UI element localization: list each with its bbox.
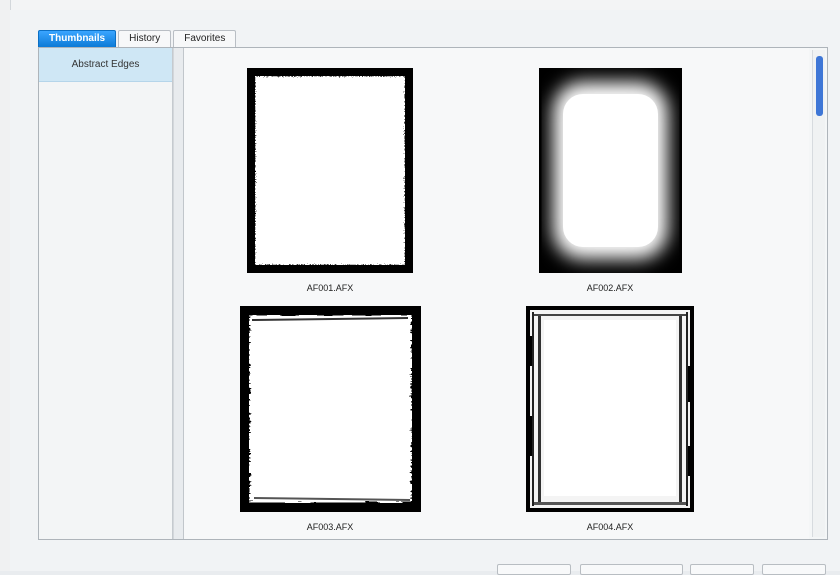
tab-favorites[interactable]: Favorites (173, 30, 237, 47)
tab-panel: Abstract Edges AF001.AFX AF002.AFX AF003… (38, 47, 828, 540)
frame-preview-af002 (539, 68, 682, 273)
thumbnail-item[interactable]: AF004.AFX (526, 306, 694, 536)
thumbnail-caption: AF001.AFX (306, 283, 354, 293)
sidebar-item-abstract-edges[interactable]: Abstract Edges (39, 48, 172, 82)
dialog-button[interactable] (762, 564, 826, 575)
pane-splitter[interactable] (173, 48, 184, 539)
thumbnail-item[interactable]: AF002.AFX (539, 68, 682, 293)
vertical-scrollbar[interactable] (812, 50, 825, 537)
thumbnail-caption: AF003.AFX (306, 522, 354, 532)
thumbnail-grid: AF001.AFX AF002.AFX AF003.AFX AF004.AFX (184, 48, 809, 539)
dialog-button[interactable] (690, 564, 754, 575)
scrollbar-thumb[interactable] (816, 56, 823, 116)
frame-preview-af004 (526, 306, 694, 512)
category-sidebar: Abstract Edges (39, 48, 173, 539)
thumbnail-item[interactable]: AF003.AFX (240, 306, 421, 536)
dialog-button[interactable] (497, 564, 571, 575)
dialog-button-row (0, 564, 840, 575)
frame-preview-af001 (247, 68, 413, 273)
thumbnail-caption: AF002.AFX (586, 283, 634, 293)
thumbnail-caption: AF004.AFX (586, 522, 634, 532)
tab-bar: Thumbnails History Favorites (38, 30, 238, 47)
frame-preview-af003 (240, 306, 421, 512)
tab-history[interactable]: History (118, 30, 172, 47)
thumbnail-item[interactable]: AF001.AFX (247, 68, 413, 293)
dialog-button[interactable] (580, 564, 683, 575)
tab-thumbnails[interactable]: Thumbnails (38, 30, 117, 47)
